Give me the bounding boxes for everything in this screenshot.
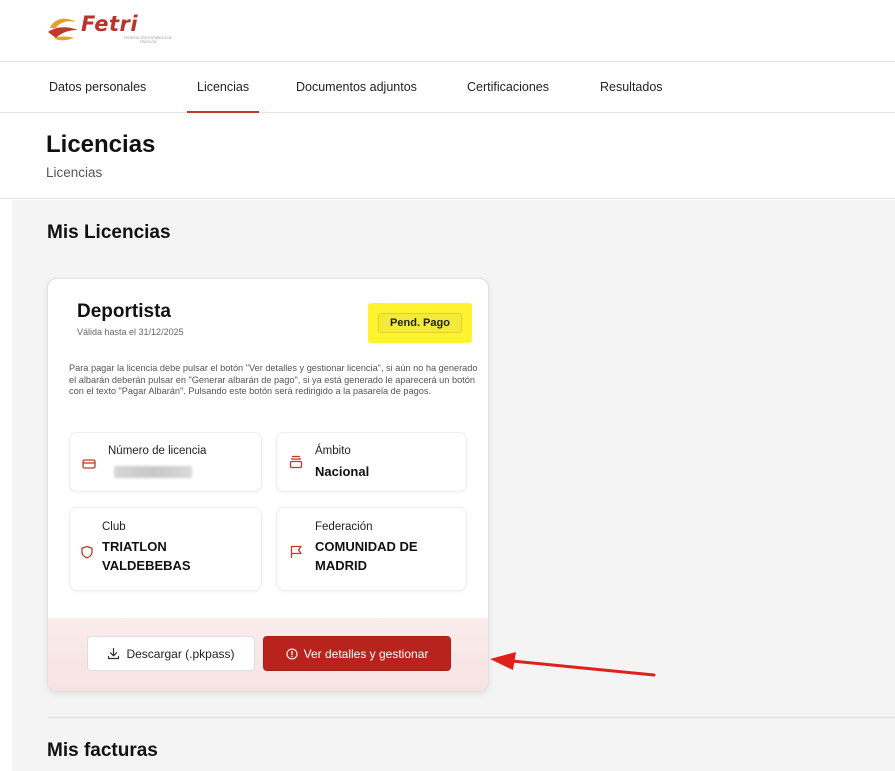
tab-certificaciones[interactable]: Certificaciones [467,80,549,94]
tab-licencias[interactable]: Licencias [186,80,260,113]
license-valid-until: Válida hasta el 31/12/2025 [77,327,184,337]
annotation-arrow-icon [490,652,656,677]
logo-tagline: FEDERACIÓN ESPAÑOLA DE TRIATLÓN [123,36,173,44]
club-value: TRIATLON VALDEBEBAS [102,539,191,573]
card-actions: Descargar (.pkpass) Ver detalles y gesti… [48,618,488,691]
license-card: Deportista Válida hasta el 31/12/2025 Pe… [47,278,489,692]
card-icon [82,459,96,469]
tab-resultados[interactable]: Resultados [600,80,663,94]
flag-icon [290,545,302,558]
download-pkpass-button[interactable]: Descargar (.pkpass) [87,636,255,671]
license-number-label: Número de licencia [108,445,207,457]
page-title: Licencias [46,131,156,158]
licenses-section-title: Mis Licencias [47,222,171,243]
top-header: Fetri FEDERACIÓN ESPAÑOLA DE TRIATLÓN [0,0,895,62]
page-header: Licencias Licencias [0,113,895,199]
breadcrumb: Licencias [46,165,103,180]
fetri-logo[interactable]: Fetri FEDERACIÓN ESPAÑOLA DE TRIATLÓN [46,10,176,50]
scope-value: Nacional [315,464,370,479]
status-highlight: Pend. Pago [368,303,472,343]
payment-instructions: Para pagar la licencia debe pulsar el bo… [69,363,478,396]
shield-icon [81,545,93,559]
main-content: Mis Licencias Deportista Válida hasta el… [12,200,895,771]
download-icon [108,648,120,660]
section-divider [48,717,895,718]
invoices-section-title: Mis facturas [47,740,158,761]
federation-value: COMUNIDAD DE MADRID [315,539,418,573]
fetri-emblem-icon [48,18,78,41]
logo-wordmark: Fetri [81,12,139,36]
license-number-value-redacted [114,466,192,478]
club-label: Club [102,521,126,533]
view-details-manage-button[interactable]: Ver detalles y gestionar [263,636,451,671]
federation-box: Federación COMUNIDAD DE MADRID [276,507,467,591]
manage-button-label: Ver detalles y gestionar [303,647,429,661]
club-box: Club TRIATLON VALDEBEBAS [69,507,262,591]
scope-box: Ámbito Nacional [276,432,467,492]
tab-documentos-adjuntos[interactable]: Documentos adjuntos [296,80,417,94]
profile-tabs: Datos personales Licencias Documentos ad… [0,62,895,113]
license-number-box: Número de licencia [69,432,262,492]
scope-label: Ámbito [315,445,351,457]
tab-datos-personales[interactable]: Datos personales [49,80,146,94]
federation-label: Federación [315,521,373,533]
license-type: Deportista [77,301,171,322]
status-badge: Pend. Pago [378,313,462,333]
info-circle-icon [286,648,298,660]
badge-icon [289,455,303,469]
download-button-label: Descargar (.pkpass) [126,647,235,661]
